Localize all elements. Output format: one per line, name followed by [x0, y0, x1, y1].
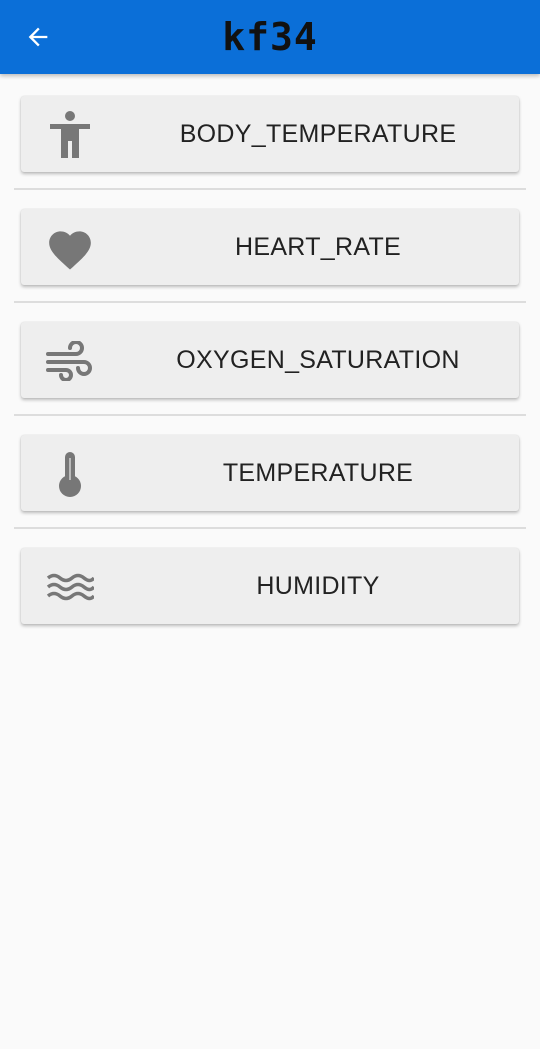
sensor-label: HEART_RATE	[234, 233, 401, 261]
sensor-button-temperature[interactable]: TEMPERATURE	[21, 435, 519, 511]
sensor-label: OXYGEN_SATURATION	[176, 346, 460, 374]
sensor-button-humidity[interactable]: HUMIDITY	[21, 548, 519, 624]
sensor-label: BODY_TEMPERATURE	[179, 120, 457, 148]
list-item: HEART_RATE	[0, 187, 540, 303]
heart-icon	[45, 223, 95, 273]
list-item: OXYGEN_SATURATION	[0, 300, 540, 416]
list-item: HUMIDITY	[0, 526, 540, 639]
list-item: BODY_TEMPERATURE	[0, 74, 540, 190]
sensor-button-oxygen-saturation[interactable]: OXYGEN_SATURATION	[21, 322, 519, 398]
sensor-list: BODY_TEMPERATURE HEART_RATE OXYGEN_SATUR…	[0, 74, 540, 639]
page-title: kf34	[222, 15, 318, 59]
wind-icon	[45, 336, 95, 386]
sensor-label: HUMIDITY	[256, 572, 380, 600]
waves-icon	[45, 562, 95, 612]
list-item: TEMPERATURE	[0, 413, 540, 529]
sensor-label: TEMPERATURE	[222, 459, 414, 487]
thermometer-icon	[45, 449, 95, 499]
accessibility-person-icon	[45, 110, 95, 160]
sensor-button-body-temperature[interactable]: BODY_TEMPERATURE	[21, 96, 519, 172]
sensor-button-heart-rate[interactable]: HEART_RATE	[21, 209, 519, 285]
app-bar: kf34	[0, 0, 540, 74]
